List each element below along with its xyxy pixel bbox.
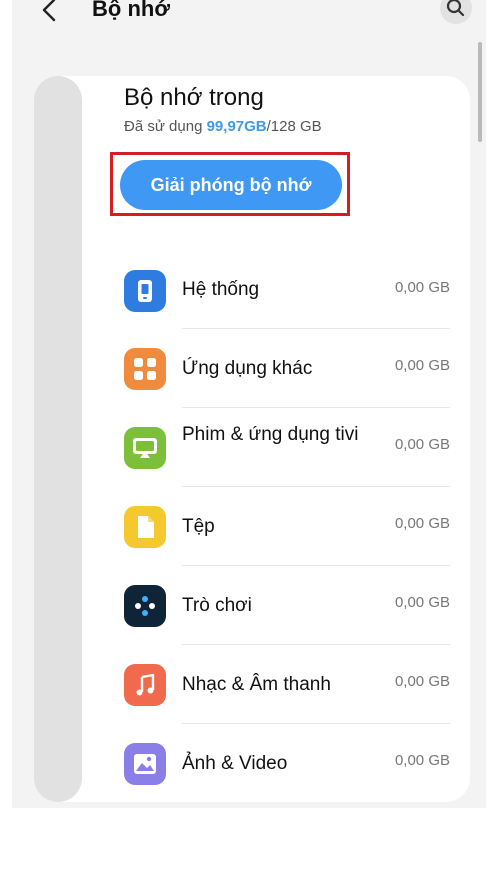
usage-used: 99,97GB <box>206 118 267 135</box>
game-icon <box>124 585 166 627</box>
phone-icon <box>124 270 166 312</box>
item-label: Ảnh & Video <box>182 753 288 774</box>
music-icon <box>124 664 166 706</box>
item-size: 0,00 GB <box>394 673 450 690</box>
item-size: 0,00 GB <box>394 357 450 374</box>
scrollbar[interactable] <box>478 42 482 142</box>
item-label: Hệ thống <box>182 279 260 300</box>
list-item-photos-videos[interactable]: Ảnh & Video 0,00 GB <box>112 723 450 802</box>
apps-grid-icon <box>124 348 166 390</box>
list-item-music-audio[interactable]: Nhạc & Âm thanh 0,00 GB <box>112 644 450 723</box>
storage-screen: Bộ nhớ Bộ nhớ trong Đã sử dụng 99,97GB/1… <box>12 0 486 808</box>
list-item-files[interactable]: Tệp 0,00 GB <box>112 486 450 565</box>
photo-icon <box>124 743 166 785</box>
back-arrow-icon[interactable] <box>38 0 62 26</box>
item-size: 0,00 GB <box>394 594 450 611</box>
page-title: Bộ nhớ <box>92 0 170 21</box>
list-item-movies-tv[interactable]: Phim & ứng dụng tivi 0,00 GB <box>112 407 450 486</box>
search-button[interactable] <box>440 0 472 24</box>
item-label: Phim & ứng dụng tivi <box>182 424 359 445</box>
item-label: Nhạc & Âm thanh <box>182 674 331 695</box>
item-label: Trò chơi <box>182 595 252 616</box>
list-item-games[interactable]: Trò chơi 0,00 GB <box>112 565 450 644</box>
item-size: 0,00 GB <box>394 436 450 453</box>
item-label: Ứng dụng khác <box>182 358 313 379</box>
search-icon <box>446 0 465 17</box>
list-item-other-apps[interactable]: Ứng dụng khác 0,00 GB <box>112 328 450 407</box>
app-header: Bộ nhớ <box>12 0 486 30</box>
storage-usage-bar <box>34 76 82 802</box>
usage-prefix: Đã sử dụng <box>124 118 207 135</box>
free-up-storage-button[interactable]: Giải phóng bộ nhớ <box>120 160 342 210</box>
list-item-system[interactable]: Hệ thống 0,00 GB <box>112 250 450 329</box>
item-size: 0,00 GB <box>394 515 450 532</box>
item-label: Tệp <box>182 516 215 537</box>
tv-icon <box>124 427 166 469</box>
usage-total: /128 GB <box>266 118 322 135</box>
item-size: 0,00 GB <box>394 752 450 769</box>
storage-title: Bộ nhớ trong <box>124 84 264 111</box>
item-size: 0,00 GB <box>394 279 450 296</box>
file-icon <box>124 506 166 548</box>
storage-usage-text: Đã sử dụng 99,97GB/128 GB <box>124 118 322 135</box>
